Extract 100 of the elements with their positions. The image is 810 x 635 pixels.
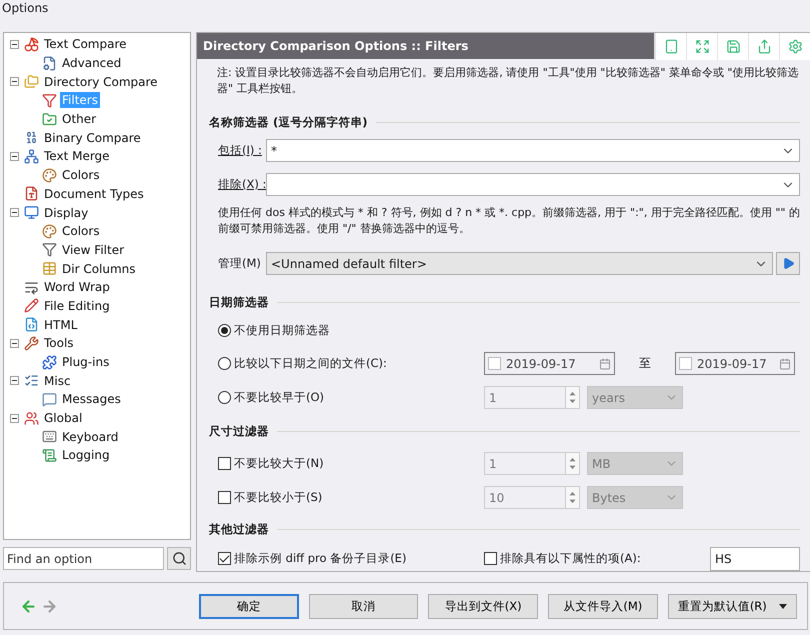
- range-label: 至: [638, 355, 652, 372]
- tree-item[interactable]: Colors: [60, 167, 102, 184]
- play-icon: [782, 257, 794, 270]
- section-heading: 尺寸过滤器: [209, 424, 269, 438]
- tree-item[interactable]: Dir Columns: [60, 260, 138, 277]
- date-field[interactable]: 2019-09-17: [675, 352, 795, 375]
- dialog-button[interactable]: 从文件导入(M): [548, 594, 658, 618]
- radio-label: 不要比较早于(O): [234, 390, 324, 405]
- spin-arrows-icon[interactable]: [565, 386, 580, 409]
- monitor-icon: [24, 205, 39, 220]
- field-label: 包括(I) :: [217, 143, 263, 158]
- section-heading: 日期筛选器: [209, 294, 269, 310]
- binary-icon: [24, 130, 39, 146]
- users-icon: [24, 410, 39, 426]
- tree-item[interactable]: Binary Compare: [42, 130, 143, 146]
- tree-item[interactable]: View Filter: [60, 242, 126, 258]
- checkbox[interactable]: [218, 552, 231, 565]
- exclude-field[interactable]: [266, 173, 800, 196]
- search-button[interactable]: [167, 547, 191, 570]
- pencil-icon: [24, 298, 39, 314]
- section-heading: 名称筛选器 (逗号分隔字符串): [209, 114, 368, 130]
- spin-arrows-icon[interactable]: [565, 486, 580, 509]
- date-field[interactable]: 2019-09-17: [484, 352, 615, 375]
- tree-item[interactable]: Advanced: [60, 55, 124, 72]
- checkbox[interactable]: [484, 552, 497, 565]
- dialog-button[interactable]: 重置为默认值(R): [668, 594, 798, 618]
- radio-button[interactable]: [218, 324, 231, 337]
- checkbox-label: 不要比较小于(S): [234, 490, 322, 505]
- include-field[interactable]: *: [266, 139, 800, 162]
- calendar-icon: [779, 358, 791, 370]
- field-label: 管理(M): [217, 256, 262, 271]
- tree-item[interactable]: Global: [42, 410, 84, 426]
- dialog-button[interactable]: 确定: [199, 594, 299, 618]
- checkbox-label: 排除具有以下属性的项(A):: [500, 551, 641, 566]
- collapse-toggle[interactable]: [10, 152, 19, 161]
- radio-button[interactable]: [218, 391, 231, 404]
- collapse-toggle[interactable]: [10, 40, 19, 49]
- tree-item[interactable]: File Editing: [42, 298, 112, 314]
- table-icon: [42, 261, 57, 276]
- tree-item[interactable]: Keyboard: [60, 428, 120, 445]
- tree-item[interactable]: Messages: [60, 391, 123, 408]
- search-icon: [172, 551, 186, 566]
- funnel-icon: [42, 92, 57, 108]
- dialog-button[interactable]: 取消: [308, 594, 418, 618]
- tree-item[interactable]: Text Merge: [42, 148, 112, 164]
- tree-item[interactable]: Directory Compare: [42, 74, 160, 90]
- document-icon: [24, 186, 39, 202]
- note-text: 注: 设置目录比较筛选器不会自动启用它们。要启用筛选器, 请使用 "工具"使用 "比较筛选器" 菜单命令或 "使用比较筛选器" 工具栏按钮。: [217, 65, 800, 97]
- tree-item[interactable]: Text Compare: [42, 36, 129, 52]
- filter-dropdown[interactable]: <Unnamed default filter>: [266, 252, 773, 275]
- spin-arrows-icon[interactable]: [565, 452, 580, 475]
- document-gear-icon: [42, 56, 57, 71]
- tools-icon: [24, 336, 39, 351]
- attributes-field[interactable]: HS: [710, 546, 800, 570]
- tree-item[interactable]: Word Wrap: [42, 279, 112, 296]
- field-label: 排除(X) :: [217, 177, 266, 192]
- share-icon: [756, 39, 772, 54]
- save-icon: [726, 39, 740, 54]
- funnel-icon: [42, 242, 57, 258]
- radio-button[interactable]: [218, 357, 231, 370]
- apply-button[interactable]: [776, 252, 800, 275]
- checkbox-label: 排除示例 diff pro 备份子目录(E): [234, 551, 406, 566]
- collapse-toggle[interactable]: [10, 376, 19, 386]
- search-field[interactable]: Find an option: [3, 547, 164, 570]
- puzzle-icon: [42, 354, 57, 370]
- collapse-toggle[interactable]: [10, 338, 19, 348]
- cherry-icon: [24, 36, 39, 52]
- palette-icon: [42, 224, 57, 239]
- checkbox-label: 不要比较大于(N): [234, 456, 324, 471]
- caret-icon[interactable]: [778, 604, 787, 608]
- network-icon: [24, 148, 39, 164]
- checklist-icon: [24, 373, 39, 388]
- collapse-toggle[interactable]: [10, 208, 19, 218]
- document-icon: [24, 317, 39, 332]
- hint-text: 使用任何 dos 样式的模式与 * 和 ? 符号, 例如 d ? n * 或 *. cpp。前缀筛选器, 用于 ":", 用于完全路径匹配。使用 "" 的前缀可禁用筛选器。使用 "/" 替换筛选器中的逗号。: [218, 205, 800, 237]
- tree-item[interactable]: HTML: [42, 316, 80, 333]
- calendar-icon: [599, 358, 611, 370]
- tree-item[interactable]: Colors: [60, 223, 102, 240]
- radio-label: 比较以下日期之间的文件(C):: [234, 356, 387, 371]
- speech-bubble-icon: [42, 392, 57, 407]
- tree-item[interactable]: Plug-ins: [60, 354, 112, 370]
- dialog-button[interactable]: 导出到文件(X): [428, 594, 538, 618]
- tree-item[interactable]: Document Types: [42, 186, 146, 202]
- collapse-toggle[interactable]: [10, 77, 19, 86]
- lines-icon: [24, 280, 39, 295]
- section-heading: 其他过滤器: [209, 522, 269, 536]
- tree-item[interactable]: Misc: [42, 372, 73, 389]
- keyboard-icon: [42, 429, 57, 444]
- settings-icon: [788, 39, 802, 54]
- collapse-toggle[interactable]: [10, 414, 19, 423]
- tree-item[interactable]: Tools: [42, 335, 76, 352]
- tree-item[interactable]: Other: [60, 111, 98, 128]
- folder-check-icon: [42, 112, 57, 127]
- tree-item[interactable]: Logging: [60, 447, 112, 464]
- palette-icon: [42, 168, 57, 183]
- expand-icon: [694, 39, 710, 54]
- log-icon: [42, 448, 57, 463]
- folders-icon: [24, 74, 39, 90]
- tablet-icon: [664, 39, 678, 54]
- tree-item[interactable]: Display: [42, 204, 90, 221]
